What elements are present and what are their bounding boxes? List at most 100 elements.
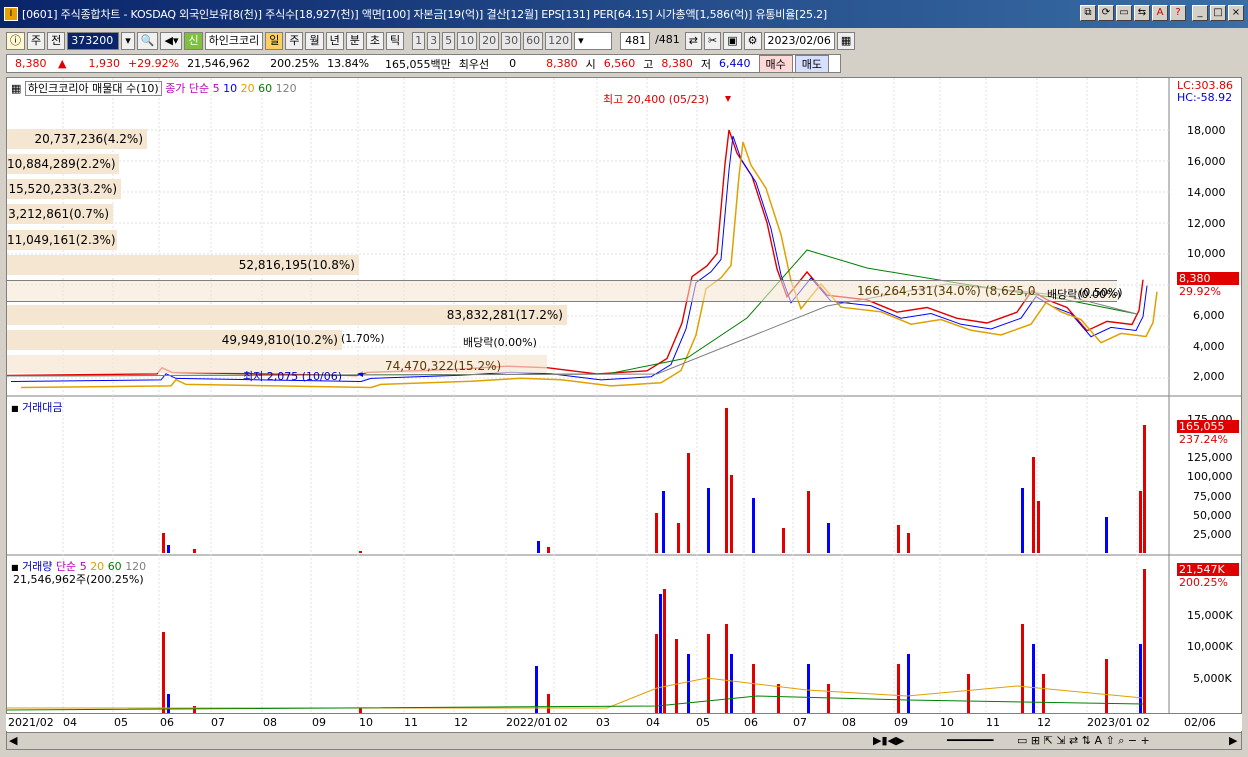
period-month[interactable]: 월 [305,32,324,50]
count-input[interactable]: 481 [620,32,651,50]
y-tick: 18,000 [1187,124,1226,137]
tools-icon[interactable]: ▭ ⊞ ⇱ ⇲ ⇄ ⇅ A ⇧ ⌕ − + [1017,734,1150,748]
interval-1[interactable]: 1 [412,32,426,50]
chart-area[interactable]: ▦ 하인크코리아 매물대 수(10) 종가 단순 5 10 20 60 120 … [6,77,1242,733]
font-icon[interactable]: A [1152,5,1168,21]
period-tick[interactable]: 틱 [385,32,405,50]
x-tick: 04 [63,716,77,729]
high-arrow-icon [725,96,731,102]
ma-legend-label: 종가 단순 [165,82,210,95]
amount-bar [655,513,658,553]
settings-small-icon[interactable]: ▦ [11,82,21,95]
ma5-label: 5 [212,82,220,95]
date-input[interactable]: 2023/02/06 [763,32,835,50]
amount-bar [907,533,910,553]
period-minute[interactable]: 분 [345,32,364,50]
amount-bar [1105,517,1108,553]
refresh-icon[interactable]: ⟳ [1098,5,1114,21]
volume-profile-bar: 3,212,861(0.7%) [7,204,113,224]
pref-value: 0 [509,57,517,70]
amount-bar [827,523,830,553]
x-tick: 10 [359,716,373,729]
period-day[interactable]: 일 [265,32,284,50]
amount-bar [725,408,728,553]
x-tick: 02 [554,716,568,729]
volume-ma-line [7,677,1144,709]
period-second[interactable]: 초 [365,32,384,50]
scroll-right-icon[interactable]: ▶ [1229,734,1237,747]
amount-bar [547,547,550,553]
settings-icon[interactable]: ⚙ [743,32,762,50]
interval-3[interactable]: 3 [427,32,441,50]
all-time-low-marker: 최저 2,075 (10/06) [243,370,343,383]
dividend-label: (0.50%) [1079,286,1123,299]
stock-code-input[interactable]: 373200 [67,32,120,50]
calendar-icon[interactable]: ▦ [836,32,856,50]
y-tick: 6,000 [1193,309,1225,322]
x-tick: 03 [596,716,610,729]
dropdown-icon[interactable]: ▾ [121,32,135,50]
interval-input[interactable]: ▾ [574,32,613,50]
volume-bar [1105,659,1108,714]
x-tick: 11 [404,716,418,729]
swap-icon[interactable]: ⇆ [1134,5,1150,21]
turnover-ratio: 13.84% [327,57,370,70]
period-year[interactable]: 년 [325,32,344,50]
x-tick: 2022/01 [506,716,552,729]
maximize-button[interactable]: □ [1210,5,1226,21]
interval-30[interactable]: 30 [501,32,522,50]
open-label: 시 [585,57,596,71]
chart-canvas[interactable] [7,78,1241,714]
interval-120[interactable]: 120 [545,32,573,50]
link-window-icon[interactable]: ⧉ [1080,5,1096,21]
buy-button[interactable]: 매수 [758,54,793,73]
period-week[interactable]: 주 [285,32,304,50]
close-button[interactable]: × [1228,5,1244,21]
help-icon[interactable]: ? [1170,5,1186,21]
interval-5[interactable]: 5 [442,32,456,50]
window-icon[interactable]: ▭ [1116,5,1132,21]
x-tick: 02 [1136,716,1150,729]
volume-profile-bar: 10,884,289(2.2%) [7,154,119,174]
x-tick: 2021/02 [8,716,54,729]
settings-small-icon[interactable]: ■ [11,404,19,413]
chart-toolbar: ⓘ 주 전 373200 ▾ 🔍 ◀▾ 신 하인크코리 일 주 월 년 분 초 … [0,30,1248,52]
x-tick: 11 [986,716,1000,729]
low-label: 저 [700,57,712,71]
speaker-icon[interactable]: ◀▾ [160,32,183,50]
search-icon[interactable]: 🔍 [136,32,159,50]
amount-bar [1037,501,1040,553]
scroll-bar[interactable]: ◀ ▶▮◀▶ ━━━━━━━ ▭ ⊞ ⇱ ⇲ ⇄ ⇅ A ⇧ ⌕ − + ▶ [6,732,1242,750]
tool-icon[interactable]: ⇄ [684,32,702,50]
interval-20[interactable]: 20 [479,32,500,50]
volume-bar [167,694,170,714]
volume-profile-bar: 49,949,810(10.2%) [7,330,342,350]
y-tick: 5,000K [1193,672,1232,685]
volume-bar [707,634,710,714]
prev-button[interactable]: 전 [47,32,66,50]
x-tick: 08 [263,716,277,729]
scissors-icon[interactable]: ✂ [704,32,722,50]
mode-select[interactable]: 주 [27,32,46,50]
minimize-button[interactable]: _ [1192,5,1208,21]
x-tick: 07 [211,716,225,729]
interval-60[interactable]: 60 [523,32,544,50]
x-tick: 06 [744,716,758,729]
interval-10[interactable]: 10 [457,32,478,50]
volume-bar [675,639,678,714]
play-icon[interactable]: ▶▮◀▶ [873,734,904,747]
zoom-slider[interactable]: ━━━━━━━ [947,734,993,747]
amount-legend: ■ 거래대금 [11,401,63,414]
volume-profile-label: 166,264,531(34.0%) [857,284,981,298]
ask-value: 8,380 [546,57,578,70]
amount-bar [782,528,785,553]
y-tick: 2,000 [1193,370,1225,383]
x-tick: 09 [894,716,908,729]
scroll-left-icon[interactable]: ◀ [9,734,17,747]
volume-bar [907,654,910,714]
y-tick: 100,000 [1187,470,1233,483]
info-icon[interactable]: ⓘ [6,32,25,50]
save-icon[interactable]: ▣ [723,32,742,50]
x-tick: 2023/01 [1087,716,1133,729]
sell-button[interactable]: 매도 [794,54,830,73]
